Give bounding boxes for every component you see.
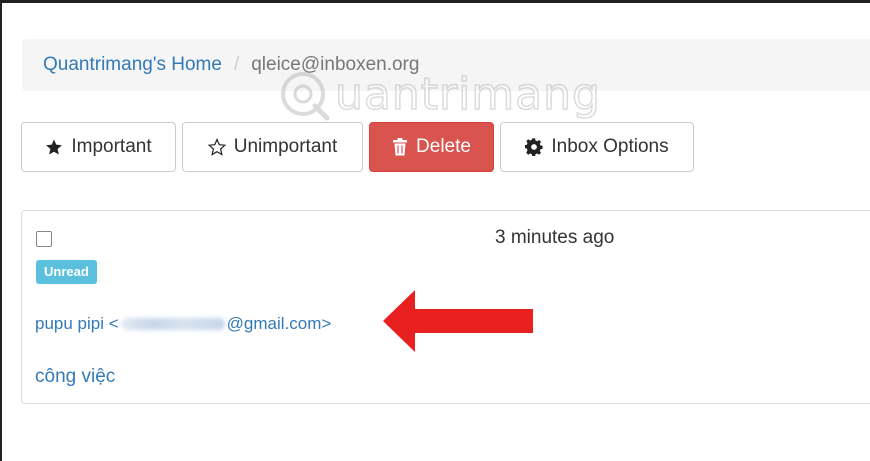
window-left-border <box>0 0 2 461</box>
redacted-email-blur <box>120 318 225 330</box>
important-label: Important <box>71 136 152 157</box>
delete-button[interactable]: Delete <box>369 122 494 172</box>
unread-badge: Unread <box>36 260 97 284</box>
message-subject-link[interactable]: công việc <box>35 366 115 388</box>
star-outline-icon <box>207 138 226 156</box>
message-time: 3 minutes ago <box>495 227 615 248</box>
breadcrumb: Quantrimang's Home / qleice@inboxen.org <box>22 39 870 91</box>
breadcrumb-current: qleice@inboxen.org <box>251 54 420 75</box>
trash-icon <box>392 138 408 156</box>
inbox-options-button[interactable]: Inbox Options <box>500 122 694 172</box>
unimportant-label: Unimportant <box>233 136 338 157</box>
inbox-options-label: Inbox Options <box>551 136 669 157</box>
delete-label: Delete <box>416 136 471 157</box>
unimportant-button[interactable]: Unimportant <box>182 122 363 172</box>
star-solid-icon <box>45 138 63 156</box>
red-arrow-annotation <box>383 290 533 352</box>
breadcrumb-separator: / <box>233 54 240 75</box>
window-top-border <box>0 0 870 3</box>
sender-name: pupu pipi < <box>35 314 119 333</box>
message-select-checkbox[interactable] <box>36 231 52 247</box>
message-sender-link[interactable]: pupu pipi < @gmail.com> <box>35 314 331 334</box>
gear-icon <box>525 138 544 156</box>
important-button[interactable]: Important <box>21 122 176 172</box>
sender-domain: @gmail.com> <box>226 314 332 333</box>
breadcrumb-home-link[interactable]: Quantrimang's Home <box>43 54 222 76</box>
